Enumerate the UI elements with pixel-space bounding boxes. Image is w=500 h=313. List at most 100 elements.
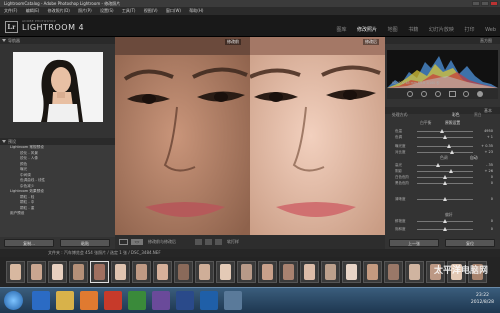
filmstrip-thumbnail[interactable]: [48, 261, 67, 283]
crop-tool-icon[interactable]: [407, 91, 413, 97]
treatment-bw[interactable]: 黑白: [474, 112, 482, 118]
slider-knob[interactable]: [440, 129, 445, 133]
slider-track[interactable]: [417, 146, 473, 147]
filmstrip-thumbnail[interactable]: [342, 261, 361, 283]
slider-value[interactable]: 0: [491, 196, 493, 203]
slider-knob[interactable]: [443, 227, 447, 231]
slider-track[interactable]: [417, 171, 473, 172]
filmstrip-thumbnail[interactable]: [6, 261, 25, 283]
presets-header[interactable]: 预设: [0, 138, 115, 145]
ie-icon[interactable]: [32, 291, 50, 310]
preset-folder[interactable]: 用户预设: [0, 211, 115, 217]
app-icon-3[interactable]: [152, 291, 170, 310]
slider-value[interactable]: 0: [491, 226, 493, 233]
navigator-preview[interactable]: [13, 52, 103, 122]
slider-knob[interactable]: [448, 169, 453, 173]
slider-value[interactable]: 0: [491, 180, 493, 187]
histogram-header[interactable]: 直方图: [385, 37, 500, 44]
filmstrip-thumbnail[interactable]: [27, 261, 46, 283]
filmstrip-thumbnail[interactable]: [90, 261, 109, 283]
filmstrip-thumbnail[interactable]: [69, 261, 88, 283]
app-icon-2[interactable]: [128, 291, 146, 310]
filmstrip-thumbnail[interactable]: [384, 261, 403, 283]
lightroom-taskbar-icon[interactable]: [176, 291, 194, 310]
spot-removal-icon[interactable]: [421, 91, 427, 97]
filmstrip-thumbnail[interactable]: [195, 261, 214, 283]
media-player-icon[interactable]: [80, 291, 98, 310]
menu-item-settings[interactable]: 设置(S): [100, 8, 114, 13]
filmstrip-info[interactable]: 文件夹 : 汽车博览会 454 张照片 / 选定 1 张 / DSC_3484.…: [48, 250, 161, 255]
menu-item-edit[interactable]: 编辑(E): [26, 8, 40, 13]
soft-proof-label[interactable]: 软打样: [227, 239, 239, 245]
slider-track[interactable]: [417, 152, 473, 153]
app-icon-1[interactable]: [104, 291, 122, 310]
slider-knob[interactable]: [449, 150, 454, 154]
before-after-view-icon[interactable]: Y|Y: [131, 239, 143, 245]
module-print[interactable]: 打印: [464, 27, 474, 33]
compare-view[interactable]: 修改前 修改后: [115, 37, 385, 235]
explorer-icon[interactable]: [56, 291, 74, 310]
copy-button[interactable]: 复制...: [4, 239, 54, 247]
swap-icon[interactable]: [195, 239, 202, 245]
close-button[interactable]: [490, 1, 498, 6]
slider-track[interactable]: [417, 165, 473, 166]
slider-knob[interactable]: [443, 175, 447, 179]
filmstrip-thumbnail[interactable]: [132, 261, 151, 283]
view-mode-label[interactable]: 修改前与修改后: [148, 239, 176, 245]
navigator-header[interactable]: 导航器: [0, 37, 115, 44]
filmstrip[interactable]: [0, 257, 500, 287]
filmstrip-thumbnail[interactable]: [321, 261, 340, 283]
filmstrip-thumbnail[interactable]: [174, 261, 193, 283]
treatment-color[interactable]: 彩色: [452, 112, 460, 118]
maximize-button[interactable]: [481, 1, 489, 6]
slider-value[interactable]: 0: [491, 218, 493, 225]
start-button-icon[interactable]: [4, 291, 23, 310]
filmstrip-thumbnail[interactable]: [363, 261, 382, 283]
filmstrip-thumbnail[interactable]: [153, 261, 172, 283]
photoshop-taskbar-icon[interactable]: [200, 291, 218, 310]
slider-knob[interactable]: [443, 197, 447, 201]
swap-settings-icon[interactable]: [215, 239, 222, 245]
menu-item-help[interactable]: 帮助(H): [189, 8, 203, 13]
graduated-filter-icon[interactable]: [449, 91, 456, 97]
module-web[interactable]: Web: [485, 27, 496, 33]
module-develop[interactable]: 修改照片: [357, 27, 377, 33]
previous-button[interactable]: 上一张: [389, 239, 439, 247]
copy-settings-icon[interactable]: [205, 239, 212, 245]
filmstrip-thumbnail[interactable]: [258, 261, 277, 283]
filmstrip-thumbnail[interactable]: [279, 261, 298, 283]
module-book[interactable]: 书籍: [408, 27, 418, 33]
slider-knob[interactable]: [447, 144, 452, 148]
filmstrip-thumbnail[interactable]: [216, 261, 235, 283]
minimize-button[interactable]: [472, 1, 480, 6]
slider-track[interactable]: [417, 131, 473, 132]
slider-value[interactable]: + 1: [487, 134, 493, 141]
module-slideshow[interactable]: 幻灯片放映: [429, 27, 454, 33]
module-map[interactable]: 地图: [388, 27, 398, 33]
paste-button[interactable]: 粘贴: [60, 239, 110, 247]
slider-knob[interactable]: [436, 163, 441, 167]
system-clock[interactable]: 23:22 2012/8/28: [471, 292, 494, 306]
filmstrip-thumbnail[interactable]: [300, 261, 319, 283]
menu-item-develop[interactable]: 修改照片(D): [48, 8, 70, 13]
app-icon-4[interactable]: [224, 291, 242, 310]
slider-knob[interactable]: [443, 135, 447, 139]
loupe-view-icon[interactable]: [119, 239, 128, 245]
menu-item-file[interactable]: 文件(F): [4, 8, 17, 13]
slider-knob[interactable]: [443, 181, 447, 185]
menu-item-photo[interactable]: 照片(P): [78, 8, 92, 13]
menu-item-tools[interactable]: 工具(T): [122, 8, 136, 13]
reset-button[interactable]: 复位: [445, 239, 495, 247]
module-library[interactable]: 图库: [336, 27, 346, 33]
filmstrip-thumbnail[interactable]: [405, 261, 424, 283]
red-eye-icon[interactable]: [435, 91, 441, 97]
menu-item-window[interactable]: 窗口(W): [166, 8, 181, 13]
slider-knob[interactable]: [443, 219, 447, 223]
white-balance-select[interactable]: 原照设置: [445, 120, 460, 126]
radial-filter-icon[interactable]: [463, 91, 469, 97]
filmstrip-thumbnail[interactable]: [111, 261, 130, 283]
slider-value[interactable]: + 23: [485, 149, 494, 156]
filmstrip-thumbnail[interactable]: [237, 261, 256, 283]
menu-item-view[interactable]: 视图(V): [144, 8, 158, 13]
adjustment-brush-icon[interactable]: [477, 91, 483, 97]
